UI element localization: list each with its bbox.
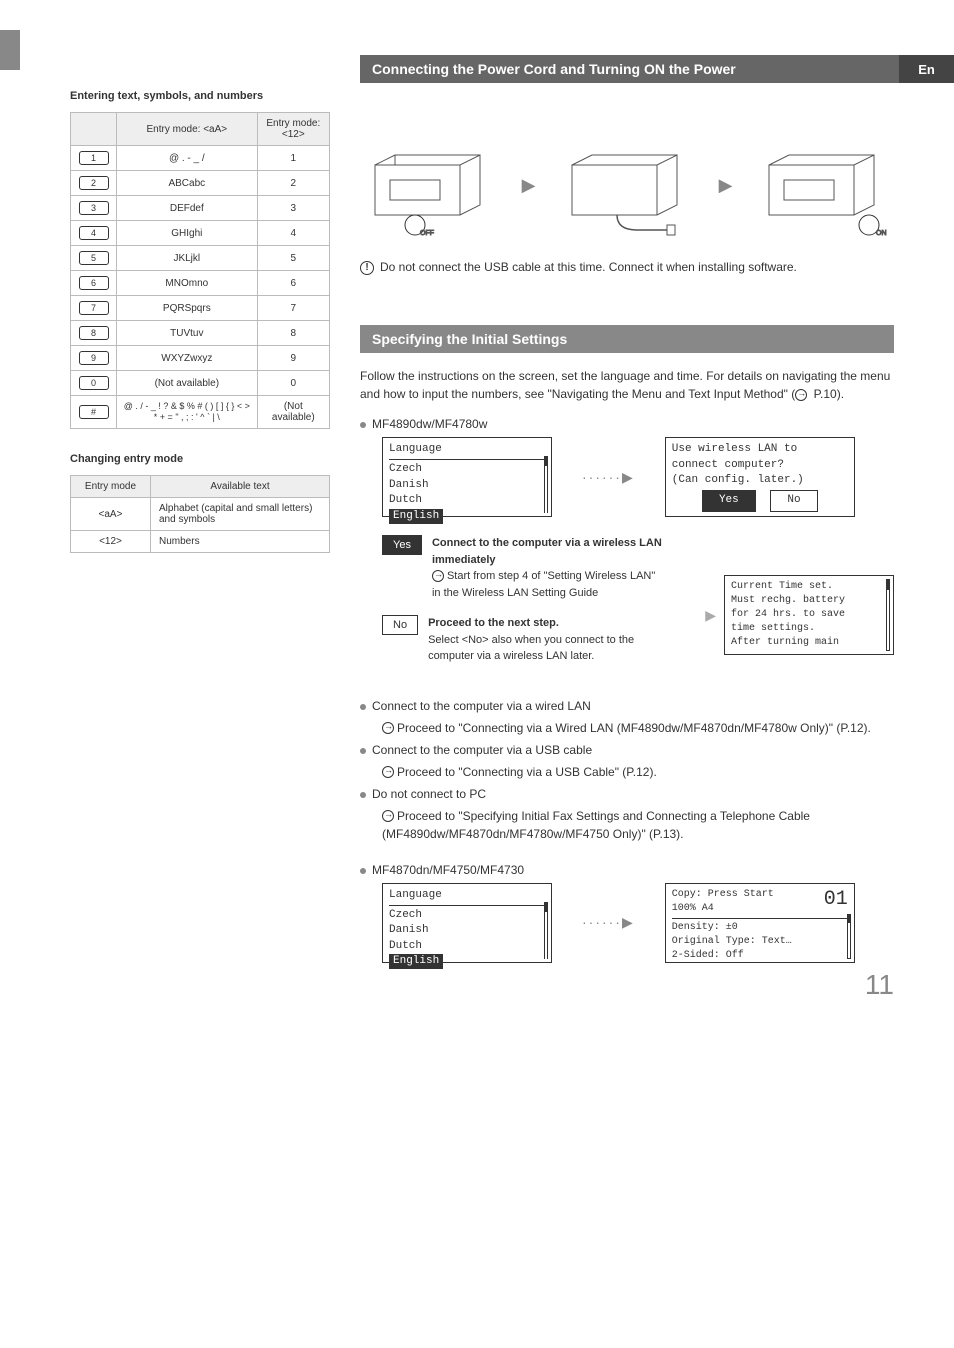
- time-set-screen: Current Time set. Must rechg. battery fo…: [724, 575, 894, 655]
- col-header-12: Entry mode: <12>: [257, 113, 329, 146]
- scrollbar-icon: [544, 456, 548, 513]
- printer-off-icon: OFF: [360, 130, 500, 240]
- key-0: 0: [79, 376, 109, 390]
- bullet-icon: [360, 868, 366, 874]
- intro-text: Follow the instructions on the screen, s…: [360, 367, 894, 403]
- arrow-right-icon: ▶: [705, 607, 716, 624]
- ref-arrow-icon: [382, 766, 394, 778]
- svg-text:OFF: OFF: [420, 230, 434, 237]
- arrow-right-icon: ▶: [719, 175, 733, 196]
- section-title-power: Connecting the Power Cord and Turning ON…: [360, 55, 954, 83]
- printer-plug-icon: [557, 130, 697, 240]
- bullet-icon: [360, 704, 366, 710]
- language-screen-2: Language Czech Danish Dutch English: [382, 883, 552, 963]
- key-1: 1: [79, 151, 109, 165]
- wlan-prompt-screen: Use wireless LAN to connect computer? (C…: [665, 437, 855, 517]
- page-number: 11: [865, 969, 894, 1001]
- svg-text:ON: ON: [876, 230, 887, 237]
- entry-mode-table: Entry mode Available text <aA>Alphabet (…: [70, 475, 330, 553]
- heading-changing-mode: Changing entry mode: [70, 453, 330, 465]
- prohibit-icon: !: [360, 261, 374, 275]
- ref-arrow-icon: [382, 722, 394, 734]
- key-4: 4: [79, 226, 109, 240]
- right-column: Connecting the Power Cord and Turning ON…: [360, 90, 894, 981]
- key-entry-table: Entry mode: <aA> Entry mode: <12> 1@ . -…: [70, 112, 330, 429]
- key-8: 8: [79, 326, 109, 340]
- language-screen: Language Czech Danish Dutch English: [382, 437, 552, 517]
- key-2: 2: [79, 176, 109, 190]
- col-header-avail: Available text: [151, 476, 330, 498]
- yes-button: Yes: [702, 490, 756, 511]
- printer-diagram-row: OFF ▶ ▶ ON: [360, 130, 894, 240]
- model-label-1: MF4890dw/MF4780w: [372, 417, 487, 431]
- usb-warning: ! Do not connect the USB cable at this t…: [360, 260, 894, 275]
- yes-label: Yes: [382, 535, 422, 555]
- usb-title: Connect to the computer via a USB cable: [372, 743, 592, 757]
- ref-arrow-icon: [432, 570, 444, 582]
- printer-on-icon: ON: [754, 130, 894, 240]
- key-hash: #: [79, 405, 109, 419]
- ref-arrow-icon: [382, 810, 394, 822]
- heading-entering-text: Entering text, symbols, and numbers: [70, 90, 330, 102]
- bullet-icon: [360, 422, 366, 428]
- scrollbar-icon: [544, 902, 548, 959]
- language-tab: En: [899, 55, 954, 83]
- wired-lan-title: Connect to the computer via a wired LAN: [372, 699, 591, 713]
- key-5: 5: [79, 251, 109, 265]
- no-label: No: [382, 615, 418, 635]
- dotted-arrow-icon: ······▶: [582, 469, 635, 486]
- ref-arrow-icon: [795, 389, 807, 401]
- left-column: Entering text, symbols, and numbers Entr…: [70, 90, 330, 981]
- col-header-mode: Entry mode: [71, 476, 151, 498]
- copy-count: 01: [824, 886, 848, 914]
- bullet-icon: [360, 748, 366, 754]
- col-header-aA: Entry mode: <aA>: [117, 113, 258, 146]
- scrollbar-icon: [886, 579, 890, 651]
- scrollbar-icon: [847, 914, 851, 959]
- no-option-text: Proceed to the next step. Select <No> al…: [428, 615, 665, 665]
- margin-tab: [0, 30, 20, 70]
- bullet-icon: [360, 792, 366, 798]
- no-button: No: [770, 490, 817, 511]
- arrow-right-icon: ▶: [522, 175, 536, 196]
- key-6: 6: [79, 276, 109, 290]
- model-label-2: MF4870dn/MF4750/MF4730: [372, 863, 524, 877]
- yes-option-text: Connect to the computer via a wireless L…: [432, 535, 665, 601]
- section-title-initial: Specifying the Initial Settings: [360, 325, 894, 353]
- dotted-arrow-icon: ······▶: [582, 914, 635, 931]
- key-7: 7: [79, 301, 109, 315]
- key-3: 3: [79, 201, 109, 215]
- no-pc-title: Do not connect to PC: [372, 787, 486, 801]
- key-9: 9: [79, 351, 109, 365]
- copy-screen: Copy: Press Start 01 100% A4 Density: ±0…: [665, 883, 855, 963]
